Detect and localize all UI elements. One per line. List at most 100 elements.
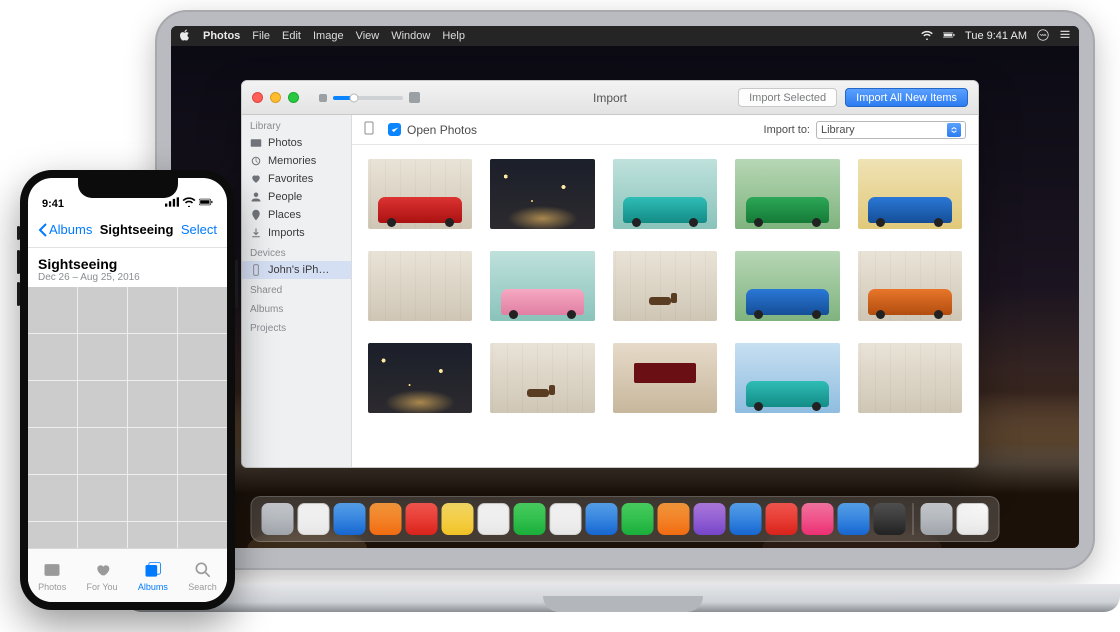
dock-itunes-icon[interactable] (694, 503, 726, 535)
photo-thumbnail[interactable] (368, 159, 472, 229)
photo-thumbnail[interactable] (613, 159, 717, 229)
dock-contacts-icon[interactable] (370, 503, 402, 535)
photo-thumbnail[interactable] (490, 251, 594, 321)
sidebar-item-label: Photos (268, 137, 302, 149)
photo-thumbnail[interactable] (78, 475, 127, 521)
photo-thumbnail[interactable] (858, 343, 962, 413)
photo-thumbnail[interactable] (858, 251, 962, 321)
sidebar-item-imports[interactable]: Imports (242, 224, 351, 242)
sidebar-item-favorites[interactable]: Favorites (242, 170, 351, 188)
dock-facetime-icon[interactable] (622, 503, 654, 535)
photo-thumbnail[interactable] (128, 428, 177, 474)
iphone-notch (78, 178, 178, 198)
photo-thumbnail[interactable] (735, 159, 839, 229)
photo-thumbnail[interactable] (28, 334, 77, 380)
thumbnail-zoom-slider[interactable] (319, 92, 420, 103)
select-button[interactable]: Select (181, 222, 217, 237)
photo-thumbnail[interactable] (178, 381, 227, 427)
photo-thumbnail[interactable] (78, 334, 127, 380)
menu-help[interactable]: Help (442, 30, 465, 42)
photo-thumbnail[interactable] (735, 251, 839, 321)
dock-mail-icon[interactable] (334, 503, 366, 535)
photo-thumbnail[interactable] (28, 522, 77, 548)
menubar-app-name[interactable]: Photos (203, 30, 240, 42)
photo-thumbnail[interactable] (735, 343, 839, 413)
dock-ibooks-icon[interactable] (658, 503, 690, 535)
photo-thumbnail[interactable] (128, 522, 177, 548)
photo-thumbnail[interactable] (368, 343, 472, 413)
photo-thumbnail[interactable] (78, 522, 127, 548)
notification-center-icon[interactable] (1059, 29, 1071, 44)
photo-thumbnail[interactable] (613, 251, 717, 321)
dock-calendar-icon[interactable] (406, 503, 438, 535)
tab-albums[interactable]: Albums (138, 560, 168, 592)
dock-photos-icon[interactable] (550, 503, 582, 535)
photo-thumbnail[interactable] (368, 251, 472, 321)
dock-reminders-icon[interactable] (478, 503, 510, 535)
zoom-button[interactable] (288, 92, 299, 103)
window-titlebar[interactable]: Import Import Selected Import All New It… (242, 81, 978, 115)
dock-appstore-icon[interactable] (730, 503, 762, 535)
tab-photos[interactable]: Photos (38, 560, 66, 592)
dock-downloads-icon[interactable] (921, 503, 953, 535)
dock-maps-icon[interactable] (514, 503, 546, 535)
tab-for-you[interactable]: For You (87, 560, 118, 592)
sidebar-item-places[interactable]: Places (242, 206, 351, 224)
minimize-button[interactable] (270, 92, 281, 103)
import-to-select[interactable]: Library (816, 121, 966, 139)
photo-thumbnail[interactable] (78, 381, 127, 427)
import-main: Open Photos Import to: Library (352, 115, 978, 467)
sidebar-item-photos[interactable]: Photos (242, 134, 351, 152)
photo-thumbnail[interactable] (613, 343, 717, 413)
photo-thumbnail[interactable] (178, 428, 227, 474)
dock-settings-icon[interactable] (874, 503, 906, 535)
menu-edit[interactable]: Edit (282, 30, 301, 42)
siri-icon[interactable] (1037, 29, 1049, 44)
sidebar-item-memories[interactable]: Memories (242, 152, 351, 170)
photo-grid[interactable] (28, 287, 227, 548)
photo-thumbnail[interactable] (178, 522, 227, 548)
menu-window[interactable]: Window (391, 30, 430, 42)
photo-thumbnail[interactable] (178, 334, 227, 380)
close-button[interactable] (252, 92, 263, 103)
photo-thumbnail[interactable] (490, 343, 594, 413)
photo-thumbnail[interactable] (178, 287, 227, 333)
photo-thumbnail[interactable] (28, 381, 77, 427)
photo-thumbnail[interactable] (128, 334, 177, 380)
tab-search[interactable]: Search (188, 560, 217, 592)
sidebar-item-people[interactable]: People (242, 188, 351, 206)
import-all-button[interactable]: Import All New Items (845, 88, 968, 107)
dock-safari-icon[interactable] (298, 503, 330, 535)
photo-thumbnail[interactable] (78, 287, 127, 333)
photo-thumbnail[interactable] (858, 159, 962, 229)
dock-news-icon[interactable] (766, 503, 798, 535)
apple-menu-icon[interactable] (179, 29, 191, 44)
wifi-icon (182, 197, 196, 210)
dock-notes-icon[interactable] (442, 503, 474, 535)
photo-thumbnail[interactable] (78, 428, 127, 474)
photo-thumbnail[interactable] (28, 428, 77, 474)
menubar-clock[interactable]: Tue 9:41 AM (965, 30, 1027, 42)
battery-icon[interactable] (943, 29, 955, 44)
photo-thumbnail[interactable] (128, 381, 177, 427)
photo-thumbnail[interactable] (178, 475, 227, 521)
photo-thumbnail[interactable] (490, 159, 594, 229)
dock-music-icon[interactable] (802, 503, 834, 535)
photo-thumbnail[interactable] (128, 287, 177, 333)
back-button[interactable]: Albums (38, 222, 92, 237)
photo-thumbnail[interactable] (128, 475, 177, 521)
dock-finder-icon[interactable] (262, 503, 294, 535)
dock-trash-icon[interactable] (957, 503, 989, 535)
dock-app-icon[interactable] (838, 503, 870, 535)
menu-file[interactable]: File (252, 30, 270, 42)
menu-image[interactable]: Image (313, 30, 344, 42)
device-icon (364, 121, 374, 138)
photo-thumbnail[interactable] (28, 287, 77, 333)
sidebar-item-device-iphone[interactable]: John's iPh… (242, 261, 351, 279)
open-photos-checkbox[interactable] (388, 123, 401, 136)
dock-messages-icon[interactable] (586, 503, 618, 535)
menu-view[interactable]: View (356, 30, 380, 42)
photo-thumbnail[interactable] (28, 475, 77, 521)
import-selected-button[interactable]: Import Selected (738, 88, 837, 107)
wifi-icon[interactable] (921, 29, 933, 44)
